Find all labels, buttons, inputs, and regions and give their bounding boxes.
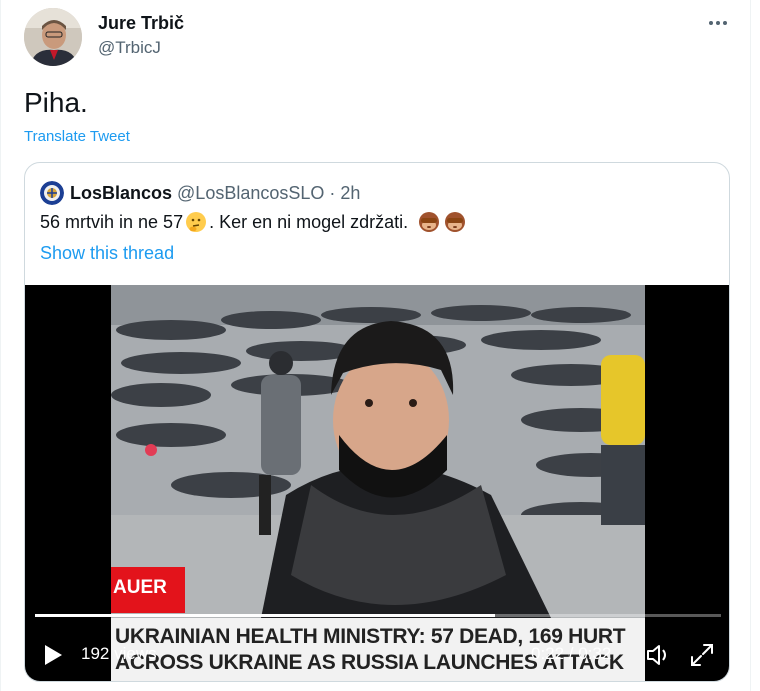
see-no-evil-monkey-icon [444, 211, 466, 233]
quoted-author-name[interactable]: LosBlancos [70, 183, 172, 204]
volume-button[interactable] [644, 641, 672, 669]
play-button[interactable] [39, 641, 67, 669]
quoted-author-avatar[interactable] [40, 181, 64, 205]
quoted-tweet-header: LosBlancos @LosBlancosSLO · 2h [40, 181, 360, 205]
translate-tweet-link[interactable]: Translate Tweet [24, 128, 130, 145]
fullscreen-button[interactable] [688, 641, 716, 669]
video-progress-fill [35, 614, 495, 617]
author-handle[interactable]: @TrbicJ [98, 38, 161, 58]
tweet-text: Piha. [24, 87, 88, 118]
more-button[interactable] [703, 10, 733, 36]
quoted-tweet-card[interactable]: LosBlancos @LosBlancosSLO · 2h 56 mrtvih… [24, 162, 730, 682]
speaker-icon [647, 645, 666, 665]
quoted-text-part2: . Ker en ni mogel zdržati. [209, 211, 409, 232]
video-progress-bar[interactable] [35, 614, 721, 617]
view-count: 192 views [81, 644, 157, 663]
see-no-evil-monkey-icon [418, 211, 440, 233]
quoted-tweet-text: 56 mrtvih in ne 57 . Ker en ni mogel zdr… [40, 211, 468, 233]
play-icon [45, 645, 62, 665]
author-name[interactable]: Jure Trbič [98, 13, 184, 34]
thinking-face-icon [185, 211, 207, 233]
quoted-tweet-time[interactable]: 2h [340, 183, 360, 204]
fullscreen-icon [691, 644, 713, 666]
show-thread-link[interactable]: Show this thread [40, 243, 174, 264]
quoted-text-part1: 56 mrtvih in ne 57 [40, 211, 184, 232]
video-time: 0:22 / 0:32 [531, 644, 612, 663]
quoted-author-handle[interactable]: @LosBlancosSLO [177, 183, 324, 204]
more-dots-icon [709, 21, 727, 25]
separator-dot: · [329, 182, 336, 203]
video-frame[interactable]: AUER UKRAINIAN HEALTH MINISTRY: 57 DEAD,… [111, 285, 645, 681]
author-avatar[interactable] [24, 8, 82, 66]
video-player[interactable]: AUER UKRAINIAN HEALTH MINISTRY: 57 DEAD,… [25, 285, 729, 681]
reporter-name-tag: AUER [111, 567, 185, 613]
